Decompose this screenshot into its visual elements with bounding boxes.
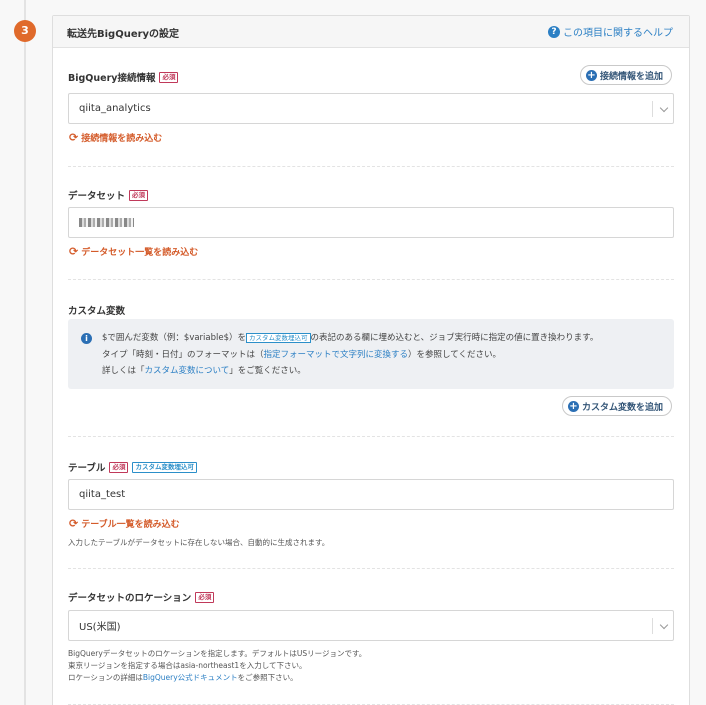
table-label: テーブル 必須 カスタム変数埋込可: [68, 460, 197, 474]
reload-table-link[interactable]: ⟳ テーブル一覧を読み込む: [69, 517, 180, 530]
location-note-1: BigQueryデータセットのロケーションを指定します。デフォルトはUSリージョ…: [68, 649, 367, 658]
location-note-3: ロケーションの詳細はBigQuery公式ドキュメントをご参照下さい。: [68, 672, 298, 683]
reload-dataset-link[interactable]: ⟳ データセット一覧を読み込む: [69, 245, 198, 258]
add-connection-button[interactable]: + 接続情報を追加: [580, 65, 673, 85]
info-line-2-post: ）を参照してください。: [408, 350, 502, 360]
required-badge: 必須: [195, 591, 215, 603]
section-divider: [68, 279, 674, 280]
table-label-text: テーブル: [68, 463, 106, 474]
location-select-value: US(米国): [79, 622, 121, 633]
section-divider: [68, 436, 674, 437]
dataset-label-text: データセット: [68, 191, 126, 202]
location-note-3-pre: ロケーションの詳細は: [68, 673, 143, 682]
reload-icon: ⟳: [69, 517, 79, 530]
section-divider: [68, 568, 674, 569]
reload-table-label: テーブル一覧を読み込む: [81, 520, 180, 530]
info-line-3-post: 」をご覧ください。: [229, 366, 306, 376]
info-line-2-pre: タイプ「時刻・日付」のフォーマットは（: [102, 350, 264, 360]
step-number-badge: 3: [14, 20, 36, 42]
connection-label: BigQuery接続情報 必須: [68, 70, 179, 84]
reload-icon: ⟳: [69, 245, 79, 258]
plus-icon: +: [568, 400, 579, 412]
chevron-down-icon: [659, 620, 669, 630]
custom-vars-doc-link[interactable]: カスタム変数について: [145, 366, 230, 376]
select-divider: [652, 101, 653, 117]
panel-title: 転送先BigQueryの設定: [67, 29, 180, 40]
table-note: 入力したテーブルがデータセットに存在しない場合、自動的に生成されます。: [68, 538, 330, 547]
info-line-1-pre: $で囲んだ変数（例：$variable$）を: [102, 333, 247, 343]
add-custom-var-label: カスタム変数を追加: [582, 402, 664, 413]
connection-select-value: qiita_analytics: [79, 103, 151, 114]
location-label-text: データセットのロケーション: [68, 593, 192, 604]
required-badge: 必須: [129, 189, 149, 201]
reload-icon: ⟳: [69, 131, 79, 144]
info-line-3-pre: 詳しくは「: [102, 366, 145, 376]
redacted-dataset-value: [79, 218, 134, 227]
required-badge: 必須: [159, 71, 179, 83]
step-connector-line: [24, 0, 26, 705]
chevron-down-icon: [659, 103, 669, 113]
reload-connection-label: 接続情報を読み込む: [81, 134, 163, 144]
custom-var-tag: カスタム変数埋込可: [132, 461, 197, 473]
select-divider: [652, 618, 653, 634]
help-link[interactable]: ? この項目に関するヘルプ: [548, 24, 673, 39]
custom-vars-label: カスタム変数: [68, 303, 125, 317]
custom-vars-info-box: i $で囲んだ変数（例：$variable$）を カスタム変数埋込可 の表記のある欄…: [68, 319, 674, 389]
plus-icon: +: [586, 69, 597, 81]
add-connection-label: 接続情報を追加: [600, 71, 664, 82]
dataset-label: データセット 必須: [68, 188, 149, 202]
required-badge: 必須: [109, 461, 129, 473]
panel-header: 転送先BigQueryの設定 ? この項目に関するヘルプ: [53, 16, 689, 48]
section-divider: [68, 166, 674, 167]
bigquery-docs-link[interactable]: BigQuery公式ドキュメント: [143, 673, 238, 682]
bigquery-settings-panel: 転送先BigQueryの設定 ? この項目に関するヘルプ BigQuery接続情…: [52, 15, 690, 705]
info-line-3: 詳しくは「カスタム変数について」をご覧ください。: [102, 364, 306, 376]
location-note-2: 東京リージョンを指定する場合はasia-northeast1を入力して下さい。: [68, 661, 307, 670]
help-link-label: この項目に関するヘルプ: [563, 28, 673, 39]
connection-label-text: BigQuery接続情報: [68, 73, 156, 84]
format-conversion-link[interactable]: 指定フォーマットで文字列に変換する: [264, 350, 409, 360]
location-label: データセットのロケーション 必須: [68, 590, 215, 604]
info-icon: i: [81, 333, 92, 344]
custom-var-inline-tag: カスタム変数埋込可: [246, 333, 311, 343]
help-icon: ?: [548, 25, 560, 38]
info-line-1: $で囲んだ変数（例：$variable$）を カスタム変数埋込可 の表記のある欄に埋…: [102, 331, 598, 343]
table-input-value: qiita_test: [79, 489, 126, 500]
add-custom-var-button[interactable]: + カスタム変数を追加: [562, 396, 673, 416]
info-line-2: タイプ「時刻・日付」のフォーマットは（指定フォーマットで文字列に変換する）を参照…: [102, 348, 501, 360]
reload-connection-link[interactable]: ⟳ 接続情報を読み込む: [69, 131, 162, 144]
location-note-3-post: をご参照下さい。: [237, 673, 298, 682]
custom-vars-label-text: カスタム変数: [68, 306, 126, 317]
location-select[interactable]: US(米国): [68, 610, 674, 641]
info-line-1-post: の表記のある欄に埋め込むと、ジョブ実行時に指定の値に置き換わります。: [310, 333, 599, 343]
connection-select[interactable]: qiita_analytics: [68, 93, 674, 124]
reload-dataset-label: データセット一覧を読み込む: [81, 248, 199, 258]
table-input[interactable]: qiita_test: [68, 479, 674, 510]
dataset-input[interactable]: [68, 207, 674, 238]
